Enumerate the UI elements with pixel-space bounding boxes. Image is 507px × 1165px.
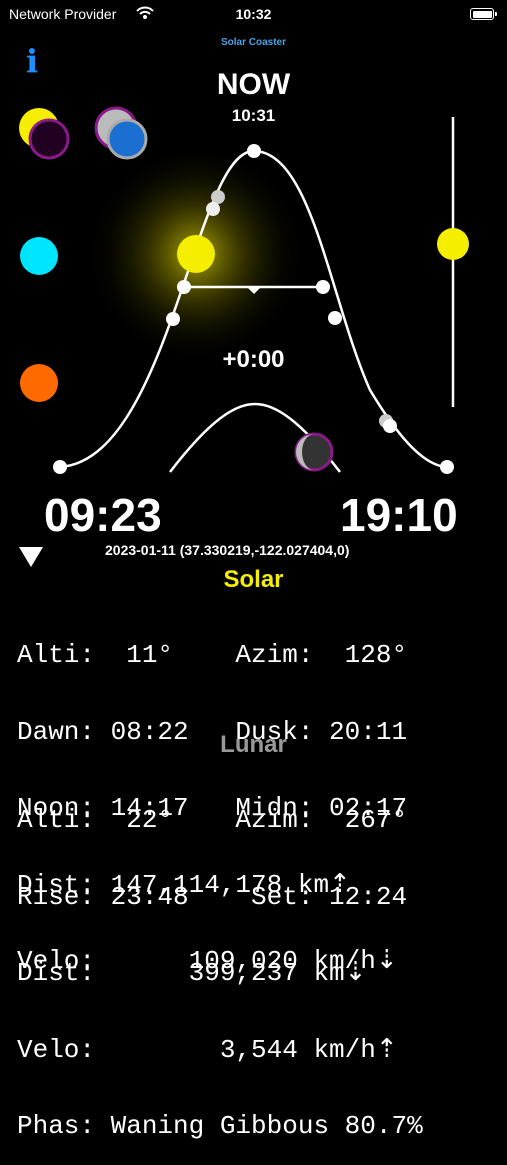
date-location-label: 2023-01-11 (37.330219,-122.027404,0) [105,542,350,558]
curve-point [211,190,225,204]
lunar-line: Alti: 22° Azim: 267° [17,805,408,835]
curve-point [316,280,330,294]
sunrise-point [53,460,67,474]
curve-point [177,280,191,294]
curve-point [166,312,180,326]
disclosure-triangle-icon[interactable] [18,546,44,568]
lunar-line: Dist: 399,237 km⇣ [17,958,367,988]
now-time: 10:31 [231,106,276,125]
curve-point [383,419,397,433]
time-slider-thumb[interactable] [437,228,469,260]
sun-position [177,235,215,273]
solar-heading: Solar [223,566,284,593]
sunset-point [440,460,454,474]
lunar-line: Rise: 23:48 Set: 12:24 [17,881,408,912]
now-label: NOW [216,68,291,101]
lunar-line: Velo: 3,544 km/h⇡ [17,1034,398,1065]
solar-noon-point [247,144,261,158]
lunar-line: Phas: Waning Gibbous 80.7% [17,1111,423,1141]
curve-point [206,202,220,216]
moon-position-icon [294,432,334,472]
lunar-data: Alti: 22° Azim: 267° Rise: 23:48 Set: 12… [17,757,423,1165]
cyan-dot-icon[interactable] [20,237,58,275]
lunar-heading: Lunar [220,731,287,758]
sunrise-time: 09:23 [44,489,162,541]
time-offset: +0:00 [222,346,285,373]
sunset-time: 19:10 [340,489,458,541]
curve-point [328,311,342,325]
solar-line: Alti: 11° Azim: 128° [17,640,408,670]
